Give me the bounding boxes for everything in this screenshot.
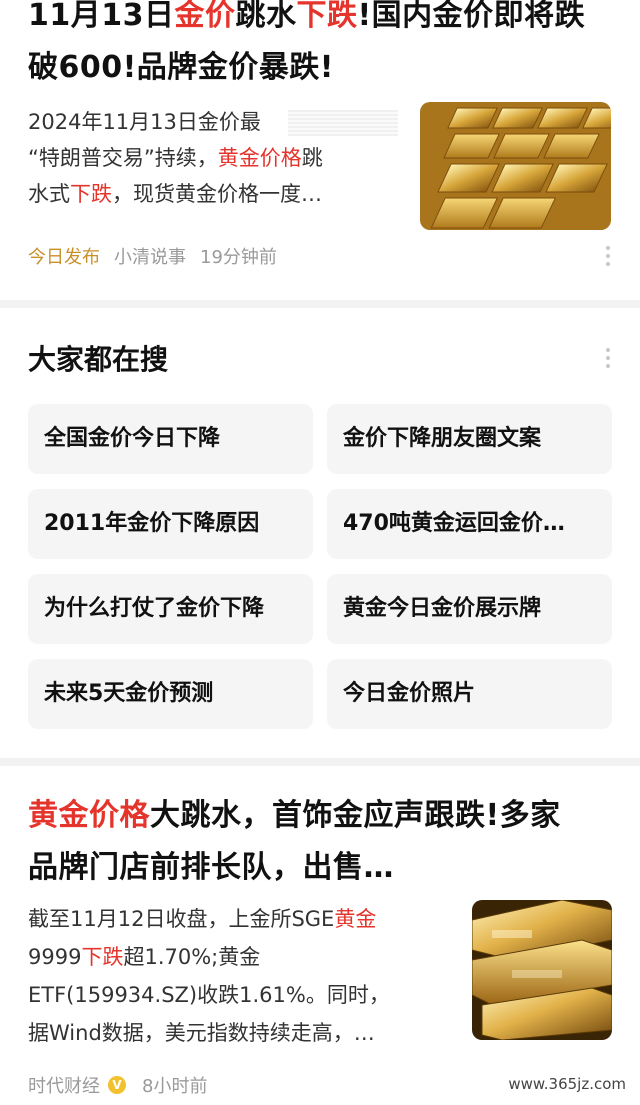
- summary-text: 9999: [28, 945, 82, 969]
- source-name[interactable]: 小清说事: [114, 243, 186, 269]
- blur-overlay: [288, 110, 398, 136]
- summary-keyword: 下跌: [70, 182, 112, 206]
- summary-text: 超1.70%;黄金: [123, 945, 261, 969]
- search-section-title: 大家都在搜: [28, 343, 169, 376]
- search-chip[interactable]: 470吨黄金运回金价…: [327, 489, 612, 559]
- publish-tag: 今日发布: [28, 247, 100, 268]
- summary-text: “特朗普交易”持续，: [28, 146, 218, 170]
- news-card-2[interactable]: 黄金价格大跳水，首饰金应声跟跌!多家 品牌门店前排长队，出售… 截至11月12日…: [0, 766, 640, 1105]
- summary-text: 截至11月12日收盘，上金所SGE: [28, 907, 335, 931]
- title-text: 品牌门店前排长队，出售…: [28, 850, 394, 885]
- search-chip[interactable]: 为什么打仗了金价下降: [28, 574, 313, 644]
- title-text: 11月13日: [28, 0, 175, 33]
- summary-text: 跳: [301, 146, 323, 170]
- search-chip[interactable]: 黄金今日金价展示牌: [327, 574, 612, 644]
- news-meta: 时代财经 V 8小时前: [28, 1072, 207, 1098]
- summary-text: 2024年11月13日金价最: [28, 110, 261, 134]
- more-options-icon[interactable]: [605, 348, 611, 368]
- summary-text: ，现货黄金价格一度…: [112, 182, 322, 206]
- news-title[interactable]: 黄金价格大跳水，首饰金应声跟跌!多家 品牌门店前排长队，出售…: [28, 790, 612, 894]
- title-text: 大跳水，首饰金应声跟跌!多家: [150, 798, 561, 833]
- source-name[interactable]: 时代财经: [28, 1072, 100, 1098]
- title-text: !国内金价即将跌: [357, 0, 586, 33]
- verified-badge-icon: V: [108, 1076, 126, 1094]
- title-text: 破600!品牌金价暴跌!: [28, 50, 334, 85]
- more-options-icon[interactable]: [605, 246, 611, 266]
- news-title[interactable]: 11月13日金价跳水下跌!国内金价即将跌 破600!品牌金价暴跌!: [28, 0, 612, 94]
- news-summary: 截至11月12日收盘，上金所SGE黄金 9999下跌超1.70%;黄金 ETF(…: [28, 900, 448, 1052]
- summary-keyword: 黄金: [334, 907, 377, 931]
- search-chip[interactable]: 全国金价今日下降: [28, 404, 313, 474]
- watermark: www.365jz.com: [502, 1073, 632, 1095]
- search-chip[interactable]: 未来5天金价预测: [28, 659, 313, 729]
- publish-time: 19分钟前: [200, 247, 277, 268]
- summary-text: 据Wind数据，美元指数持续走高，…: [28, 1021, 375, 1045]
- section-divider: [0, 300, 640, 308]
- search-chip[interactable]: 金价下降朋友圈文案: [327, 404, 612, 474]
- summary-keyword: 下跌: [81, 945, 124, 969]
- title-keyword: 下跌: [296, 0, 358, 33]
- summary-text: 水式: [28, 182, 70, 206]
- news-meta: 今日发布 小清说事 19分钟前: [28, 243, 277, 269]
- gold-bars-image[interactable]: [472, 900, 612, 1040]
- title-keyword: 黄金价格: [28, 798, 150, 833]
- title-text: 跳水: [235, 0, 297, 33]
- publish-time: 8小时前: [142, 1076, 208, 1097]
- summary-keyword: 黄金价格: [217, 146, 302, 170]
- section-divider: [0, 758, 640, 766]
- search-chip[interactable]: 今日金价照片: [327, 659, 612, 729]
- title-keyword: 金价: [174, 0, 236, 33]
- gold-bars-image[interactable]: [420, 102, 611, 230]
- search-chip[interactable]: 2011年金价下降原因: [28, 489, 313, 559]
- summary-text: ETF(159934.SZ)收跌1.61%。同时，: [28, 983, 390, 1007]
- news-card-1[interactable]: 11月13日金价跳水下跌!国内金价即将跌 破600!品牌金价暴跌! 2024年1…: [0, 0, 640, 300]
